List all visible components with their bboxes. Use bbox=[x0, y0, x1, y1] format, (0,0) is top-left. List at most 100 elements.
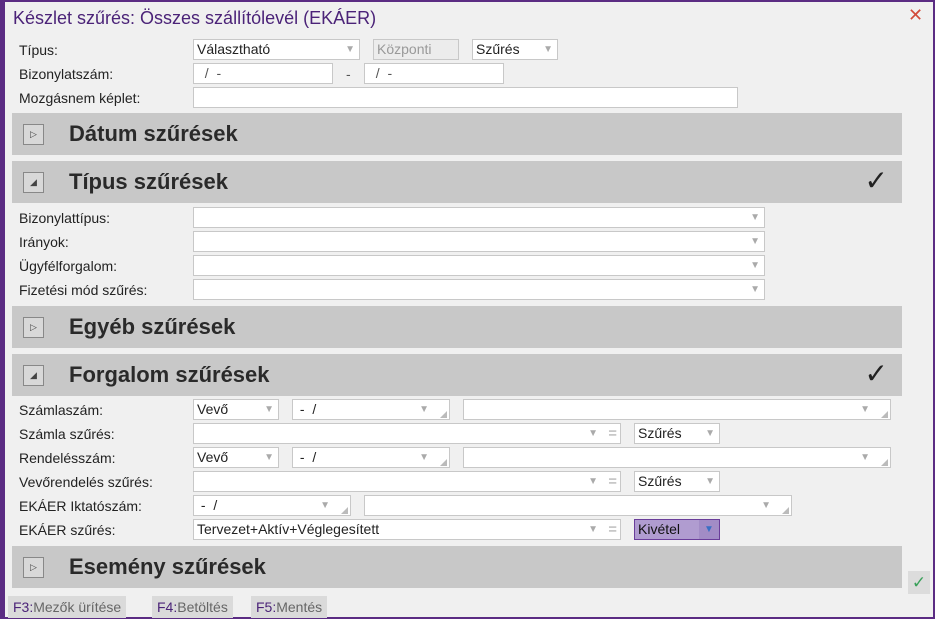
button-label: Mentés bbox=[276, 599, 323, 615]
chevron-down-icon: ▼ bbox=[419, 404, 429, 415]
confirm-button[interactable]: ✓ bbox=[908, 571, 930, 594]
party-value: Vevő bbox=[197, 449, 229, 465]
chevron-down-icon: ▼ bbox=[860, 452, 870, 463]
rendelesszam-number[interactable]: - / ▼ bbox=[292, 447, 450, 468]
bizonylatszam-from[interactable]: / - bbox=[193, 63, 333, 84]
equals-icon: = bbox=[608, 521, 617, 538]
bizonylatszam-to[interactable]: / - bbox=[364, 63, 504, 84]
szamla-szures-mode[interactable]: Szűrés ▼ bbox=[634, 423, 720, 444]
ugyfelforgalom-label: Ügyfélforgalom: bbox=[19, 258, 118, 274]
chevron-down-icon: ▼ bbox=[320, 500, 330, 511]
button-label: Mezők ürítése bbox=[33, 599, 122, 615]
resize-grip-icon bbox=[341, 507, 348, 514]
bizonylatszam-label: Bizonylatszám: bbox=[19, 66, 114, 82]
chevron-down-icon: ▼ bbox=[860, 404, 870, 415]
chevron-down-icon: ▼ bbox=[750, 260, 760, 271]
mozgasnem-label: Mozgásnem képlet: bbox=[19, 90, 141, 106]
tipus-mode-select[interactable]: Szűrés ▼ bbox=[472, 39, 558, 60]
number-value: - / bbox=[197, 497, 218, 513]
chevron-down-icon: ▼ bbox=[699, 520, 719, 539]
equals-icon: = bbox=[608, 425, 617, 442]
clear-fields-button[interactable]: F3:Mezők ürítése bbox=[8, 596, 127, 618]
section-title: Dátum szűrések bbox=[69, 121, 238, 146]
range-separator: - bbox=[346, 66, 351, 82]
save-button[interactable]: F5:Mentés bbox=[251, 596, 328, 618]
section-title: Típus szűrések bbox=[69, 169, 228, 194]
section-esemeny[interactable]: ▷ Esemény szűrések bbox=[12, 546, 902, 588]
rendelesszam-select[interactable]: ▼ bbox=[463, 447, 891, 468]
iranyok-label: Irányok: bbox=[19, 234, 69, 250]
chevron-down-icon: ▼ bbox=[761, 500, 771, 511]
ekaer-szures-mode[interactable]: Kivétel ▼ bbox=[634, 519, 720, 540]
chevron-down-icon: ▼ bbox=[419, 452, 429, 463]
chevron-down-icon: ▼ bbox=[264, 404, 274, 415]
chevron-down-icon: ▼ bbox=[345, 44, 355, 55]
vevorendeles-szures-select[interactable]: ▼ = bbox=[193, 471, 621, 492]
load-button[interactable]: F4:Betöltés bbox=[152, 596, 233, 618]
fizetesi-mod-label: Fizetési mód szűrés: bbox=[19, 282, 148, 298]
section-egyeb[interactable]: ▷ Egyéb szűrések bbox=[12, 306, 902, 348]
mode-value: Szűrés bbox=[638, 473, 682, 489]
shortcut-key: F5: bbox=[256, 599, 277, 615]
expand-icon[interactable]: ▷ bbox=[23, 124, 44, 145]
number-value: - / bbox=[296, 449, 317, 465]
resize-grip-icon bbox=[782, 507, 789, 514]
shortcut-key: F4: bbox=[157, 599, 178, 615]
chevron-down-icon: ▼ bbox=[588, 524, 598, 535]
expand-icon[interactable]: ▷ bbox=[23, 557, 44, 578]
ekaer-iktatoszam-select[interactable]: ▼ bbox=[364, 495, 792, 516]
tipus-mode-value: Szűrés bbox=[476, 41, 520, 57]
mode-value: Kivétel bbox=[638, 521, 681, 537]
check-icon: ✓ bbox=[864, 358, 888, 389]
section-title: Egyéb szűrések bbox=[69, 314, 236, 339]
section-tipus[interactable]: ◢ Típus szűrések ✓ bbox=[12, 161, 902, 203]
expand-icon[interactable]: ▷ bbox=[23, 317, 44, 338]
fizetesi-mod-select[interactable]: ▼ bbox=[193, 279, 765, 300]
iranyok-select[interactable]: ▼ bbox=[193, 231, 765, 252]
collapse-icon[interactable]: ◢ bbox=[23, 172, 44, 193]
mode-value: Szűrés bbox=[638, 425, 682, 441]
collapse-icon[interactable]: ◢ bbox=[23, 365, 44, 386]
resize-grip-icon bbox=[881, 411, 888, 418]
ekaer-szures-select[interactable]: Tervezet+Aktív+Véglegesített ▼ = bbox=[193, 519, 621, 540]
chevron-down-icon: ▼ bbox=[264, 452, 274, 463]
szamla-szures-select[interactable]: ▼ = bbox=[193, 423, 621, 444]
ekaer-iktatoszam-number[interactable]: - / ▼ bbox=[193, 495, 351, 516]
section-forgalom[interactable]: ◢ Forgalom szűrések ✓ bbox=[12, 354, 902, 396]
section-datum[interactable]: ▷ Dátum szűrések bbox=[12, 113, 902, 155]
ugyfelforgalom-select[interactable]: ▼ bbox=[193, 255, 765, 276]
tipus-label: Típus: bbox=[19, 42, 58, 58]
tipus-select[interactable]: Választható ▼ bbox=[193, 39, 360, 60]
value: Tervezet+Aktív+Véglegesített bbox=[197, 521, 380, 537]
vevorendeles-szures-mode[interactable]: Szűrés ▼ bbox=[634, 471, 720, 492]
bizonylattipus-label: Bizonylattípus: bbox=[19, 210, 111, 226]
chevron-down-icon: ▼ bbox=[543, 44, 553, 55]
chevron-down-icon: ▼ bbox=[750, 212, 760, 223]
chevron-down-icon: ▼ bbox=[588, 428, 598, 439]
tipus-value: Választható bbox=[197, 41, 271, 57]
vevorendeles-szures-label: Vevőrendelés szűrés: bbox=[19, 474, 153, 490]
rendelesszam-label: Rendelésszám: bbox=[19, 450, 116, 466]
dialog-title: Készlet szűrés: Összes szállítólevél (EK… bbox=[13, 8, 377, 28]
number-value: - / bbox=[296, 401, 317, 417]
szamlaszam-label: Számlaszám: bbox=[19, 402, 104, 418]
button-label: Betöltés bbox=[177, 599, 228, 615]
szamlaszam-select[interactable]: ▼ bbox=[463, 399, 891, 420]
szamlaszam-party-select[interactable]: Vevő ▼ bbox=[193, 399, 279, 420]
bizonylattipus-select[interactable]: ▼ bbox=[193, 207, 765, 228]
equals-icon: = bbox=[608, 473, 617, 490]
party-value: Vevő bbox=[197, 401, 229, 417]
rendelesszam-party-select[interactable]: Vevő ▼ bbox=[193, 447, 279, 468]
chevron-down-icon: ▼ bbox=[705, 476, 715, 487]
mozgasnem-input[interactable] bbox=[193, 87, 738, 108]
section-title: Forgalom szűrések bbox=[69, 362, 270, 387]
close-icon[interactable]: ✕ bbox=[908, 5, 923, 26]
kozponti-field: Központi bbox=[373, 39, 459, 60]
chevron-down-icon: ▼ bbox=[705, 428, 715, 439]
resize-grip-icon bbox=[440, 411, 447, 418]
ekaer-szures-label: EKÁER szűrés: bbox=[19, 522, 116, 538]
szamlaszam-number[interactable]: - / ▼ bbox=[292, 399, 450, 420]
filter-dialog: Készlet szűrés: Összes szállítólevél (EK… bbox=[0, 0, 935, 619]
chevron-down-icon: ▼ bbox=[750, 284, 760, 295]
chevron-down-icon: ▼ bbox=[588, 476, 598, 487]
